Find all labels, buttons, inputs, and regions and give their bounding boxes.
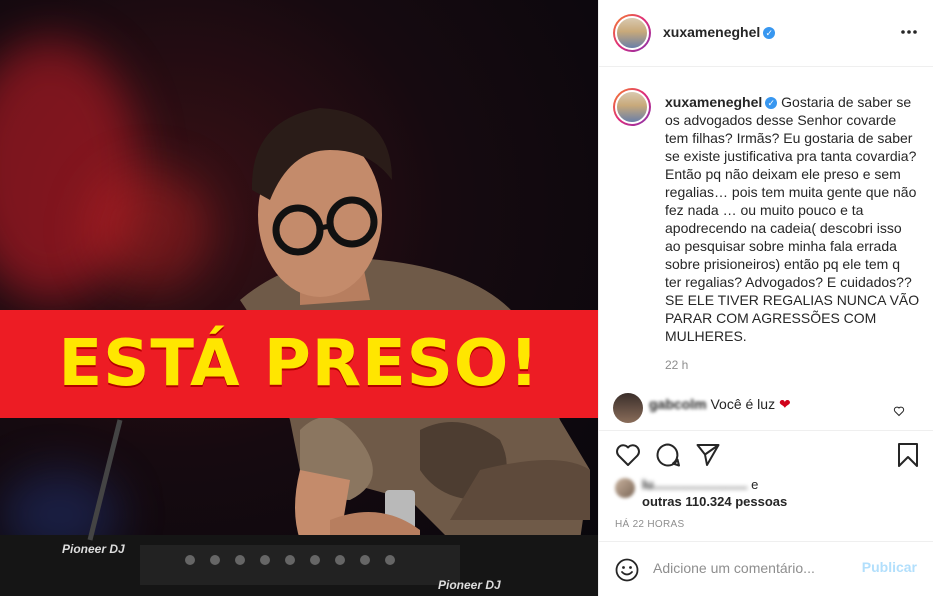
liker-avatar[interactable]: [615, 478, 635, 498]
comment-icon[interactable]: [655, 442, 681, 468]
post-details-panel: xuxameneghel ✓ xuxameneghel ✓ Gostaria de …: [598, 0, 933, 596]
pioneer-dj-label: Pioneer DJ: [438, 578, 501, 592]
post-time[interactable]: HÁ 22 HORAS: [615, 519, 684, 530]
arrest-banner: ESTÁ PRESO!: [0, 310, 598, 418]
comment-text: Você é luz: [710, 396, 776, 412]
share-icon[interactable]: [695, 442, 721, 468]
dj-figure: [0, 108, 598, 596]
bookmark-icon[interactable]: [897, 442, 919, 468]
caption-timestamp[interactable]: 22 h: [665, 358, 688, 372]
caption-text: Gostaria de saber se os advogados desse …: [665, 94, 920, 344]
caption: xuxameneghel ✓ Gostaria de saber se os ad…: [665, 93, 920, 345]
header-user: xuxameneghel ✓: [663, 24, 776, 42]
heart-icon[interactable]: [893, 405, 905, 417]
verified-badge-icon: ✓: [765, 97, 778, 109]
comment-input[interactable]: [653, 560, 853, 576]
caption-username[interactable]: xuxameneghel: [665, 94, 762, 110]
more-horizontal-icon[interactable]: [901, 30, 917, 34]
comment-username[interactable]: gabcolm: [649, 396, 707, 412]
avatar[interactable]: [613, 88, 651, 126]
avatar[interactable]: [613, 14, 651, 52]
add-comment-bar: Publicar: [599, 541, 933, 597]
header-username[interactable]: xuxameneghel: [663, 24, 760, 40]
heart-icon[interactable]: [615, 443, 641, 467]
verified-badge-icon: ✓: [763, 27, 776, 39]
publish-button[interactable]: Publicar: [862, 559, 917, 575]
banner-text: ESTÁ PRESO!: [58, 327, 540, 401]
pioneer-dj-label: Pioneer DJ: [62, 542, 125, 556]
likes-conjunction: e: [751, 477, 759, 492]
avatar[interactable]: [613, 393, 643, 423]
post-header: xuxameneghel ✓: [599, 0, 933, 67]
likes-count[interactable]: outras 110.324 pessoas: [642, 494, 787, 509]
post-image[interactable]: Pioneer DJ Pioneer DJ ESTÁ PRESO!: [0, 0, 598, 596]
emoji-icon[interactable]: [615, 558, 639, 582]
liked-by-username[interactable]: lu..........................: [642, 477, 747, 492]
comment: gabcolm Você é luz ❤: [649, 396, 791, 413]
heart-emoji-icon: ❤: [778, 396, 791, 412]
likes-line: lu.......................... e: [642, 477, 758, 492]
